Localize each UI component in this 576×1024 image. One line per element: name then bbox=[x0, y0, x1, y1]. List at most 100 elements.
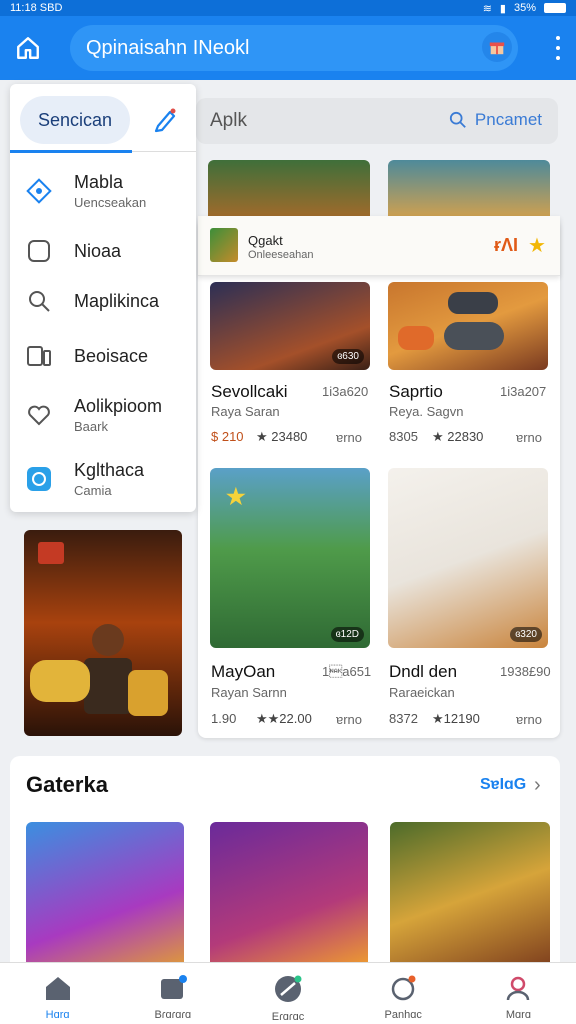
drawer-item-sub: Uencseakan bbox=[74, 195, 147, 210]
game-logo-art: ★ bbox=[226, 484, 246, 509]
pencil-icon bbox=[154, 108, 176, 133]
game-subtitle: Reya. Sagvn bbox=[389, 404, 464, 419]
notification-count: ɍɅI bbox=[494, 235, 519, 255]
nav-item-home[interactable]: Hɑrɑ bbox=[0, 963, 115, 1024]
section-see-all-link[interactable]: SɐIɑG bbox=[480, 776, 526, 794]
section-game-card[interactable] bbox=[390, 822, 550, 972]
search-icon bbox=[449, 111, 466, 128]
drawer-item-label: Nioaa bbox=[74, 240, 122, 261]
game-subtitle: Raya Saran bbox=[211, 404, 280, 419]
game-badge: ɞ320 bbox=[510, 627, 542, 642]
game-title[interactable]: Saprtio bbox=[389, 382, 443, 402]
signal-icon: ▮ bbox=[499, 2, 506, 15]
home-icon bbox=[17, 37, 39, 59]
game-downloads: 1i3a207 bbox=[500, 384, 547, 399]
drawer-item-beoisace[interactable]: Beoisace bbox=[10, 331, 196, 381]
drawer-tab-search[interactable]: Sencican bbox=[20, 96, 130, 144]
secondary-search-action[interactable]: Pncamet bbox=[449, 110, 542, 130]
battery-icon bbox=[544, 3, 566, 13]
drawer-item-aolikpioom[interactable]: Aolikpioom Baark bbox=[10, 390, 196, 440]
more-menu-button[interactable] bbox=[552, 36, 564, 60]
game-downloads: 1938£90 bbox=[500, 664, 551, 679]
game-size: 8372 bbox=[389, 711, 418, 726]
nav-label: Hɑrɑ bbox=[45, 1009, 70, 1021]
game-thumb-top-2[interactable] bbox=[388, 160, 550, 222]
notification-subtitle: Onleeseahan bbox=[248, 249, 314, 261]
app-bar: Qpinaisahn INeokl bbox=[0, 16, 576, 80]
game-downloads: 1i3a620 bbox=[322, 384, 369, 399]
chevron-right-icon[interactable]: › bbox=[534, 774, 541, 797]
game-rating: ★12190 bbox=[432, 711, 480, 726]
status-bar: 11:18 SBD ≋ ▮ 35% bbox=[0, 0, 576, 16]
game-subtitle: Raraeickan bbox=[389, 685, 455, 700]
chat-icon bbox=[24, 464, 54, 494]
navigation-drawer: Sencican Mabla Uencseakan Nioaa Maplikinc… bbox=[10, 84, 196, 512]
game-size: 8305 bbox=[389, 429, 418, 444]
nav-item-games[interactable]: Eɾɑɾɑc bbox=[230, 963, 345, 1024]
game-price: ɐrno bbox=[516, 430, 543, 445]
wifi-icon: ≋ bbox=[482, 2, 492, 15]
notification-popup[interactable]: Qgakt Onleeseahan ɍɅI ★ bbox=[198, 216, 560, 276]
section-game-card[interactable] bbox=[210, 822, 368, 972]
drawer-item-sub: Camia bbox=[74, 483, 112, 498]
drawer-item-label: Mabla bbox=[74, 172, 124, 192]
drawer-item-maplikinca[interactable]: Maplikinca bbox=[10, 276, 196, 326]
gamepad-icon bbox=[398, 292, 504, 350]
nav-item-profile[interactable]: Mɑrɑ bbox=[461, 963, 576, 1024]
game-image[interactable]: ɞ320 bbox=[388, 468, 548, 648]
section-game-card[interactable] bbox=[26, 822, 184, 972]
secondary-search-placeholder: Aplk bbox=[210, 110, 247, 131]
search-input[interactable]: Qpinaisahn INeokl bbox=[70, 25, 518, 71]
game-price: ɐrno bbox=[336, 712, 363, 727]
more-dot-icon bbox=[556, 56, 560, 60]
edit-button[interactable] bbox=[150, 104, 180, 134]
drawer-tab-indicator bbox=[10, 150, 132, 153]
game-downloads: 1a651 bbox=[322, 664, 372, 679]
drawer-tab-label: Sencican bbox=[37, 109, 113, 130]
game-title[interactable]: MayOan bbox=[211, 662, 275, 682]
search-gear-icon bbox=[24, 286, 54, 316]
game-size: $ 210 bbox=[211, 429, 244, 444]
drawer-item-mabla[interactable]: Mabla Uencseakan bbox=[10, 166, 196, 216]
game-image[interactable]: ɞ630 bbox=[210, 282, 370, 370]
status-time: 11:18 SBD bbox=[10, 2, 63, 14]
game-price: ɐrno bbox=[516, 712, 543, 727]
game-image[interactable]: ★ ɞ12D bbox=[210, 468, 370, 648]
bottom-navigation: Hɑrɑ Bɾɑɾɑɾɑ Eɾɑɾɑc Panhɑc Mɑrɑ bbox=[0, 962, 576, 1024]
game-title[interactable]: Dndl den bbox=[389, 662, 457, 682]
drawer-item-sub: Baark bbox=[74, 419, 108, 434]
featured-game-poster[interactable] bbox=[24, 530, 182, 736]
games-section: Gaterka SɐIɑG › bbox=[10, 756, 560, 976]
gift-button[interactable] bbox=[482, 32, 512, 62]
game-image[interactable] bbox=[388, 282, 548, 370]
section-title: Gaterka bbox=[26, 772, 108, 797]
square-icon bbox=[24, 236, 54, 266]
search-text: Qpinaisahn INeokl bbox=[86, 36, 250, 59]
game-title[interactable]: Sevollcaki bbox=[211, 382, 288, 402]
diamond-icon bbox=[24, 176, 54, 206]
game-thumb-top-1[interactable] bbox=[208, 160, 370, 222]
nav-item-chat[interactable]: Panhɑc bbox=[346, 963, 461, 1024]
drawer-item-nioaa[interactable]: Nioaa bbox=[10, 226, 196, 276]
secondary-search-bar[interactable]: Aplk Pncamet bbox=[196, 98, 558, 144]
notification-app-icon bbox=[210, 228, 238, 262]
download-icon bbox=[160, 975, 187, 999]
more-dot-icon bbox=[556, 46, 560, 50]
nav-label: Panhɑc bbox=[384, 1009, 422, 1021]
star-icon[interactable]: ★ bbox=[528, 233, 546, 258]
status-icons: ≋ ▮ 35% bbox=[483, 2, 566, 15]
game-badge: ɞ12D bbox=[330, 627, 364, 642]
heart-icon bbox=[24, 400, 54, 430]
device-icon bbox=[24, 341, 54, 371]
drawer-item-label: Maplikinca bbox=[74, 290, 160, 311]
drawer-divider bbox=[132, 151, 196, 152]
gift-icon bbox=[489, 42, 505, 55]
drawer-item-kglthaca[interactable]: Kglthaca Camia bbox=[10, 454, 196, 504]
nav-item-downloads[interactable]: Bɾɑɾɑɾɑ bbox=[115, 963, 230, 1024]
secondary-search-action-label: Pncamet bbox=[474, 110, 542, 129]
profile-icon bbox=[507, 976, 530, 1001]
more-dot-icon bbox=[556, 36, 560, 40]
game-rating: ★ 23480 bbox=[256, 429, 308, 444]
home-button[interactable] bbox=[0, 16, 56, 80]
nav-label: Bɾɑɾɑɾɑ bbox=[154, 1009, 192, 1021]
